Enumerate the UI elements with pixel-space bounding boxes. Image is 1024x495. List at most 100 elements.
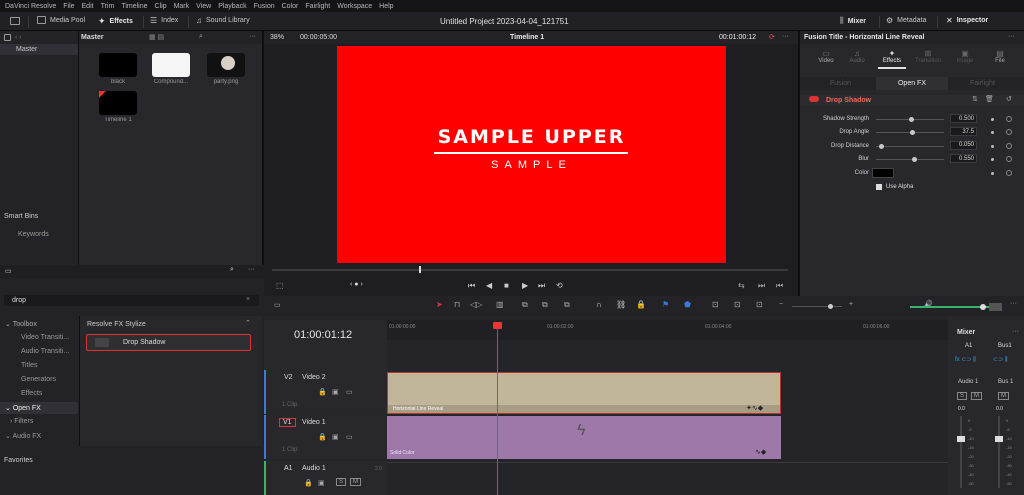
more-options-icon[interactable]: ···	[1008, 33, 1015, 40]
nav-arrows-icon[interactable]: ‹ ›	[15, 34, 22, 41]
param-slider-knob[interactable]	[910, 130, 916, 136]
menu-app[interactable]: DaVinci Resolve	[5, 3, 56, 10]
monitor-icon[interactable]	[10, 17, 20, 25]
tree-toolbox[interactable]: ⌄ Toolbox	[5, 320, 37, 328]
clip-thumbnail[interactable]: Compound...	[152, 53, 195, 85]
zoom-level[interactable]: 38%	[270, 34, 284, 41]
more-options-icon[interactable]: ···	[249, 33, 256, 40]
menu-playback[interactable]: Playback	[218, 3, 246, 10]
clip-thumbnail[interactable]: black	[99, 53, 142, 85]
lock-icon[interactable]: 🔒	[636, 300, 646, 309]
reorder-icon[interactable]: ⇅	[972, 95, 978, 103]
track-header-a1[interactable]: A1 Audio 1 2.0 🔒 ▣ S M	[264, 461, 387, 495]
auto-select-icon[interactable]: ▣	[332, 388, 339, 396]
zoom-in-icon[interactable]: +	[849, 301, 853, 308]
keywords-bin[interactable]: Keywords	[18, 231, 49, 238]
tab-transition[interactable]: ⊠ Transition	[913, 49, 943, 64]
selection-tool-icon[interactable]: ➤	[436, 300, 443, 309]
scrubber-playhead[interactable]	[419, 266, 421, 273]
marker-icon[interactable]: ⬟	[684, 300, 691, 309]
tree-filters[interactable]: › Filters	[10, 418, 33, 425]
track-lock-icon[interactable]: 🔒	[318, 433, 327, 441]
tree-titles[interactable]: Titles	[21, 362, 37, 369]
effects-button[interactable]: ✦ Effects	[98, 16, 133, 27]
loop-playback-icon[interactable]: ⟲	[556, 281, 563, 290]
linked-selection-icon[interactable]: ⛓	[616, 300, 626, 309]
effect-drop-shadow[interactable]: Drop Shadow	[86, 334, 251, 351]
clip-solid-color[interactable]: ϟ Solid Color ∿◆	[387, 416, 781, 459]
param-value-input[interactable]: 0.500	[950, 114, 977, 123]
param-slider-knob[interactable]	[912, 157, 918, 163]
menu-view[interactable]: View	[196, 3, 211, 10]
delete-icon[interactable]: 🗑	[985, 95, 994, 103]
reset-icon[interactable]	[1006, 156, 1012, 163]
solo-button[interactable]: S	[336, 478, 347, 486]
more-options-icon[interactable]: ···	[1012, 328, 1019, 335]
track-visibility-icon[interactable]: ▭	[346, 388, 353, 396]
menu-timeline[interactable]: Timeline	[121, 3, 147, 10]
playhead-marker[interactable]	[493, 322, 502, 329]
replace-clip-icon[interactable]: ⧉	[564, 300, 570, 310]
tree-generators[interactable]: Generators	[21, 376, 56, 383]
view-mode-icon[interactable]: ▦ ▤	[149, 33, 164, 41]
param-slider[interactable]	[876, 145, 944, 147]
reset-icon[interactable]	[1006, 170, 1012, 176]
first-frame-icon[interactable]: ⏮	[468, 281, 475, 291]
fader-track[interactable]	[995, 416, 1003, 488]
flag-icon[interactable]: ⚑	[662, 300, 669, 309]
param-value-input[interactable]: 0.550	[950, 154, 977, 164]
clip-horizontal-line-reveal[interactable]: Horizontal Line Reveal ✦∿◆	[387, 372, 781, 414]
fader-track[interactable]	[957, 416, 965, 488]
subtab-fairlight[interactable]: Fairlight	[970, 80, 995, 87]
tab-file[interactable]: ▤ File	[990, 49, 1010, 64]
collapse-icon[interactable]: ⌃	[245, 319, 251, 327]
next-edit-icon[interactable]: ⏭	[758, 281, 765, 291]
dynamic-trim-icon[interactable]: ◁▷	[470, 300, 482, 309]
effect-toggle[interactable]	[809, 96, 819, 102]
metadata-button[interactable]: ⚙ Metadata	[886, 16, 926, 25]
overwrite-clip-icon[interactable]: ⧉	[542, 300, 548, 310]
effects-search-input[interactable]: drop ×	[4, 295, 259, 306]
panel-toggle-icon[interactable]: ▭	[5, 267, 12, 275]
tree-openfx[interactable]: ⌄ Open FX	[0, 402, 78, 414]
timeline-name[interactable]: Timeline 1	[510, 34, 544, 41]
last-frame-icon[interactable]: ⏭	[538, 281, 545, 291]
keyframe-dot[interactable]	[991, 158, 994, 162]
fx-eq-icon[interactable]: fx ⊂⊃ ⫼	[955, 356, 976, 364]
reset-icon[interactable]	[1006, 116, 1012, 122]
tree-effects[interactable]: Effects	[21, 390, 42, 397]
panel-toggle-icon[interactable]	[4, 34, 11, 41]
keyframe-dot[interactable]	[991, 172, 994, 175]
zoom-slider-knob[interactable]	[828, 304, 833, 309]
reset-icon[interactable]: ↺	[1006, 95, 1012, 103]
track-lock-icon[interactable]: 🔒	[304, 479, 313, 487]
subtab-openfx[interactable]: Open FX	[876, 77, 948, 90]
inspector-button[interactable]: ✕ Inspector	[946, 16, 988, 25]
stop-icon[interactable]: ■	[504, 281, 509, 290]
reset-icon[interactable]	[1006, 142, 1012, 149]
track-id[interactable]: V1	[279, 418, 296, 427]
menu-fairlight[interactable]: Fairlight	[305, 3, 330, 10]
menu-trim[interactable]: Trim	[101, 3, 115, 10]
track-visibility-icon[interactable]: ▭	[346, 433, 353, 441]
timeline-playhead[interactable]	[493, 322, 502, 495]
viewer-scrubber[interactable]	[272, 266, 788, 273]
clip-thumbnail[interactable]: Timeline 1	[99, 91, 142, 123]
color-swatch[interactable]	[872, 168, 894, 178]
menu-color[interactable]: Color	[282, 3, 299, 10]
mute-button[interactable]: M	[971, 392, 982, 400]
fader-knob[interactable]	[957, 436, 965, 442]
menu-workspace[interactable]: Workspace	[337, 3, 372, 10]
param-slider-knob[interactable]	[879, 143, 885, 149]
bin-master[interactable]: Master	[0, 44, 78, 55]
param-value-input[interactable]: 0.050	[950, 140, 977, 150]
loop-icon[interactable]: ⟳	[769, 33, 775, 41]
more-options-icon[interactable]: ···	[782, 33, 789, 40]
search-icon[interactable]: ⌕	[199, 33, 203, 41]
viewer-canvas[interactable]: SAMPLE UPPER SAMPLE	[337, 46, 726, 263]
zoom-slider[interactable]	[792, 304, 842, 309]
master-volume-knob[interactable]	[980, 304, 986, 310]
zoom-full-icon[interactable]: ⊡	[712, 300, 719, 309]
menu-clip[interactable]: Clip	[155, 3, 167, 10]
track-header-v1[interactable]: V1 Video 1 🔒 ▣ ▭ 1 Clip	[264, 415, 387, 459]
